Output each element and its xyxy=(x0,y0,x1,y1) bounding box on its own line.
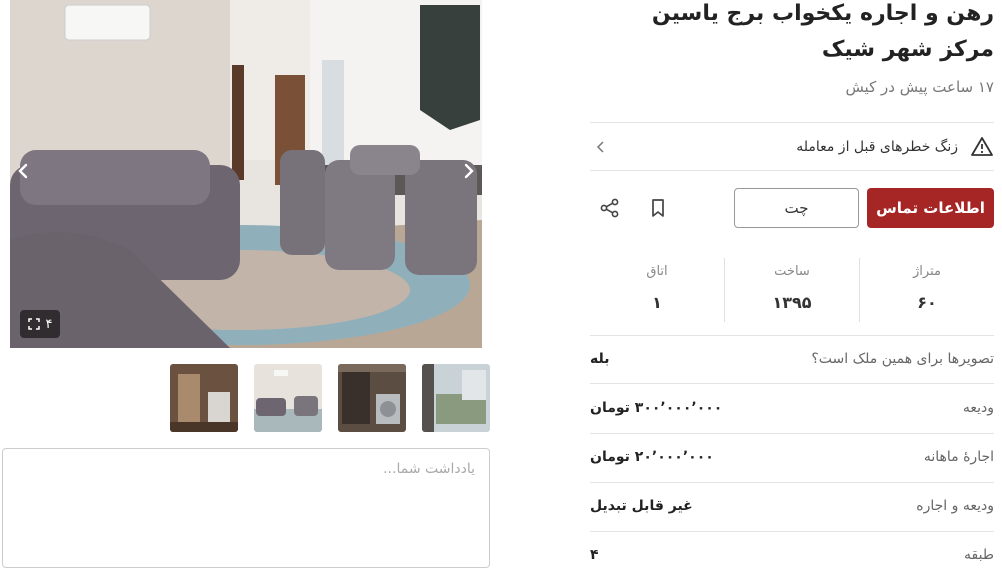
fullscreen-icon xyxy=(27,318,40,330)
stat-value: ۱ xyxy=(652,293,662,312)
thumbnail-image xyxy=(254,364,322,432)
detail-value: ۳۰۰٬۰۰۰٬۰۰۰ تومان xyxy=(590,400,723,416)
photo-count-badge[interactable]: ۴ xyxy=(20,310,60,338)
warning-triangle-icon xyxy=(971,137,993,156)
stat-label: متراژ xyxy=(913,264,941,279)
contact-info-button[interactable]: اطلاعات تماس xyxy=(867,188,994,228)
thumbnail[interactable] xyxy=(170,364,238,432)
warning-label: زنگ خطرهای قبل از معامله xyxy=(796,139,958,155)
photo-count: ۴ xyxy=(45,316,53,332)
warning-link[interactable]: زنگ خطرهای قبل از معامله xyxy=(590,124,994,170)
detail-value: ۴ xyxy=(590,547,599,563)
room-photo-illustration xyxy=(10,0,482,348)
detail-row: طبقه ۴ xyxy=(590,531,994,579)
share-icon[interactable] xyxy=(598,196,622,220)
detail-key: ودیعه xyxy=(962,400,994,416)
thumbnail[interactable] xyxy=(338,364,406,432)
thumbnail[interactable] xyxy=(422,364,490,432)
detail-key: تصویرها برای همین ملک است؟ xyxy=(811,351,994,367)
detail-value: بله xyxy=(590,351,610,367)
stat-value: ۶۰ xyxy=(917,293,937,312)
prev-photo-arrow-icon[interactable] xyxy=(458,160,480,182)
thumbnail-image xyxy=(338,364,406,432)
listing-subtitle: ۱۷ ساعت پیش در کیش xyxy=(845,78,994,96)
note-input[interactable] xyxy=(2,448,490,568)
next-photo-arrow-icon[interactable] xyxy=(12,160,34,182)
detail-key: طبقه xyxy=(964,547,994,563)
stat-rooms: اتاق ۱ xyxy=(590,258,725,322)
thumbnail[interactable] xyxy=(254,364,322,432)
detail-key: اجارهٔ ماهانه xyxy=(923,449,994,465)
stat-value: ۱۳۹۵ xyxy=(772,293,812,312)
stat-year-built: ساخت ۱۳۹۵ xyxy=(725,258,860,322)
stat-label: اتاق xyxy=(646,264,668,279)
detail-row: ودیعه ۳۰۰٬۰۰۰٬۰۰۰ تومان xyxy=(590,384,994,432)
chat-button[interactable]: چت xyxy=(734,188,859,228)
stat-label: ساخت xyxy=(774,264,810,279)
thumbnail-image xyxy=(170,364,238,432)
detail-row: ودیعه و اجاره غیر قابل تبدیل xyxy=(590,482,994,530)
stats-bar: متراژ ۶۰ ساخت ۱۳۹۵ اتاق ۱ xyxy=(590,258,994,322)
bookmark-icon[interactable] xyxy=(646,196,670,220)
chevron-left-icon xyxy=(596,141,604,153)
listing-title: رهن و اجاره یکخواب برج یاسین مرکز شهر شی… xyxy=(651,1,994,62)
thumbnail-image xyxy=(422,364,490,432)
detail-row: تصویرها برای همین ملک است؟ بله xyxy=(590,335,994,383)
stat-area: متراژ ۶۰ xyxy=(860,258,994,322)
detail-value: ۲۰٬۰۰۰٬۰۰۰ تومان xyxy=(590,449,714,465)
detail-row: اجارهٔ ماهانه ۲۰٬۰۰۰٬۰۰۰ تومان xyxy=(590,433,994,481)
detail-value: غیر قابل تبدیل xyxy=(590,498,693,514)
divider xyxy=(590,170,994,171)
detail-key: ودیعه و اجاره xyxy=(916,498,994,514)
divider xyxy=(590,122,994,123)
main-photo[interactable]: ۴ xyxy=(10,0,482,348)
